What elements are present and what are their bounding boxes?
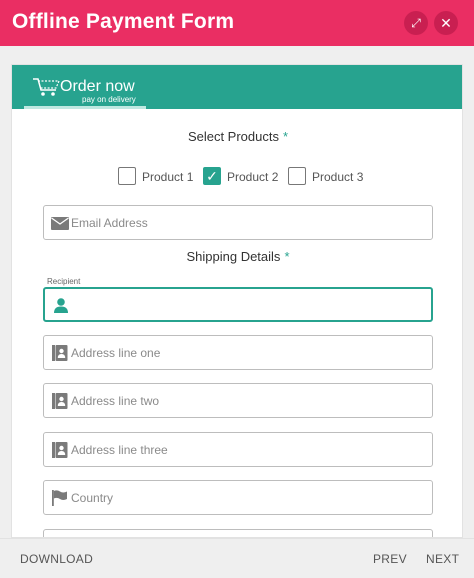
close-icon: ✕ xyxy=(440,14,452,31)
next-button[interactable]: NEXT xyxy=(426,552,459,566)
shipping-details-label: Shipping Details * xyxy=(186,249,290,264)
order-banner: Order now pay on delivery xyxy=(12,65,462,109)
product-1-checkbox[interactable] xyxy=(118,167,136,185)
recipient-label: Recipient xyxy=(47,277,81,286)
required-marker: * xyxy=(282,129,289,144)
required-marker: * xyxy=(284,249,290,264)
expand-button[interactable]: ⤢ xyxy=(404,11,428,35)
footer-bar: DOWNLOAD PREV NEXT xyxy=(0,538,474,578)
email-placeholder: Email Address xyxy=(71,216,148,230)
next-field-partial[interactable] xyxy=(43,529,433,537)
product-2-checkbox[interactable]: ✓ xyxy=(203,167,221,185)
cart-icon xyxy=(33,78,60,96)
flag-icon xyxy=(52,490,67,506)
recipient-input[interactable] xyxy=(43,287,433,322)
user-icon xyxy=(54,298,68,313)
product-1-label: Product 1 xyxy=(142,170,194,184)
form-card: Order now pay on delivery Select Product… xyxy=(11,64,463,538)
form-title: Offline Payment Form xyxy=(12,10,235,33)
country-field[interactable]: Country xyxy=(43,480,433,515)
address-line-one-field[interactable]: Address line one xyxy=(43,335,433,370)
close-button[interactable]: ✕ xyxy=(434,11,458,35)
address-book-icon xyxy=(52,442,68,458)
address-line-three-placeholder: Address line three xyxy=(71,443,168,457)
product-3-checkbox[interactable] xyxy=(288,167,306,185)
product-2-label: Product 2 xyxy=(227,170,279,184)
address-line-three-field[interactable]: Address line three xyxy=(43,432,433,467)
address-book-icon xyxy=(52,393,68,409)
banner-underline xyxy=(24,106,146,109)
email-field[interactable]: Email Address xyxy=(43,205,433,240)
select-products-label: Select Products * xyxy=(187,129,289,144)
country-placeholder: Country xyxy=(71,491,114,505)
address-line-one-placeholder: Address line one xyxy=(71,346,161,360)
address-line-two-placeholder: Address line two xyxy=(71,394,160,408)
checkmark-icon: ✓ xyxy=(206,167,218,184)
prev-button[interactable]: PREV xyxy=(373,552,407,566)
download-button[interactable]: DOWNLOAD xyxy=(20,552,93,566)
title-bar: Offline Payment Form ⤢ ✕ xyxy=(0,0,474,46)
banner-subheading: pay on delivery xyxy=(82,95,136,104)
address-book-icon xyxy=(52,345,68,361)
banner-heading: Order now xyxy=(60,78,135,95)
product-3-label: Product 3 xyxy=(312,170,364,184)
envelope-icon xyxy=(51,217,69,230)
address-line-two-field[interactable]: Address line two xyxy=(43,383,433,418)
expand-icon: ⤢ xyxy=(411,15,421,30)
